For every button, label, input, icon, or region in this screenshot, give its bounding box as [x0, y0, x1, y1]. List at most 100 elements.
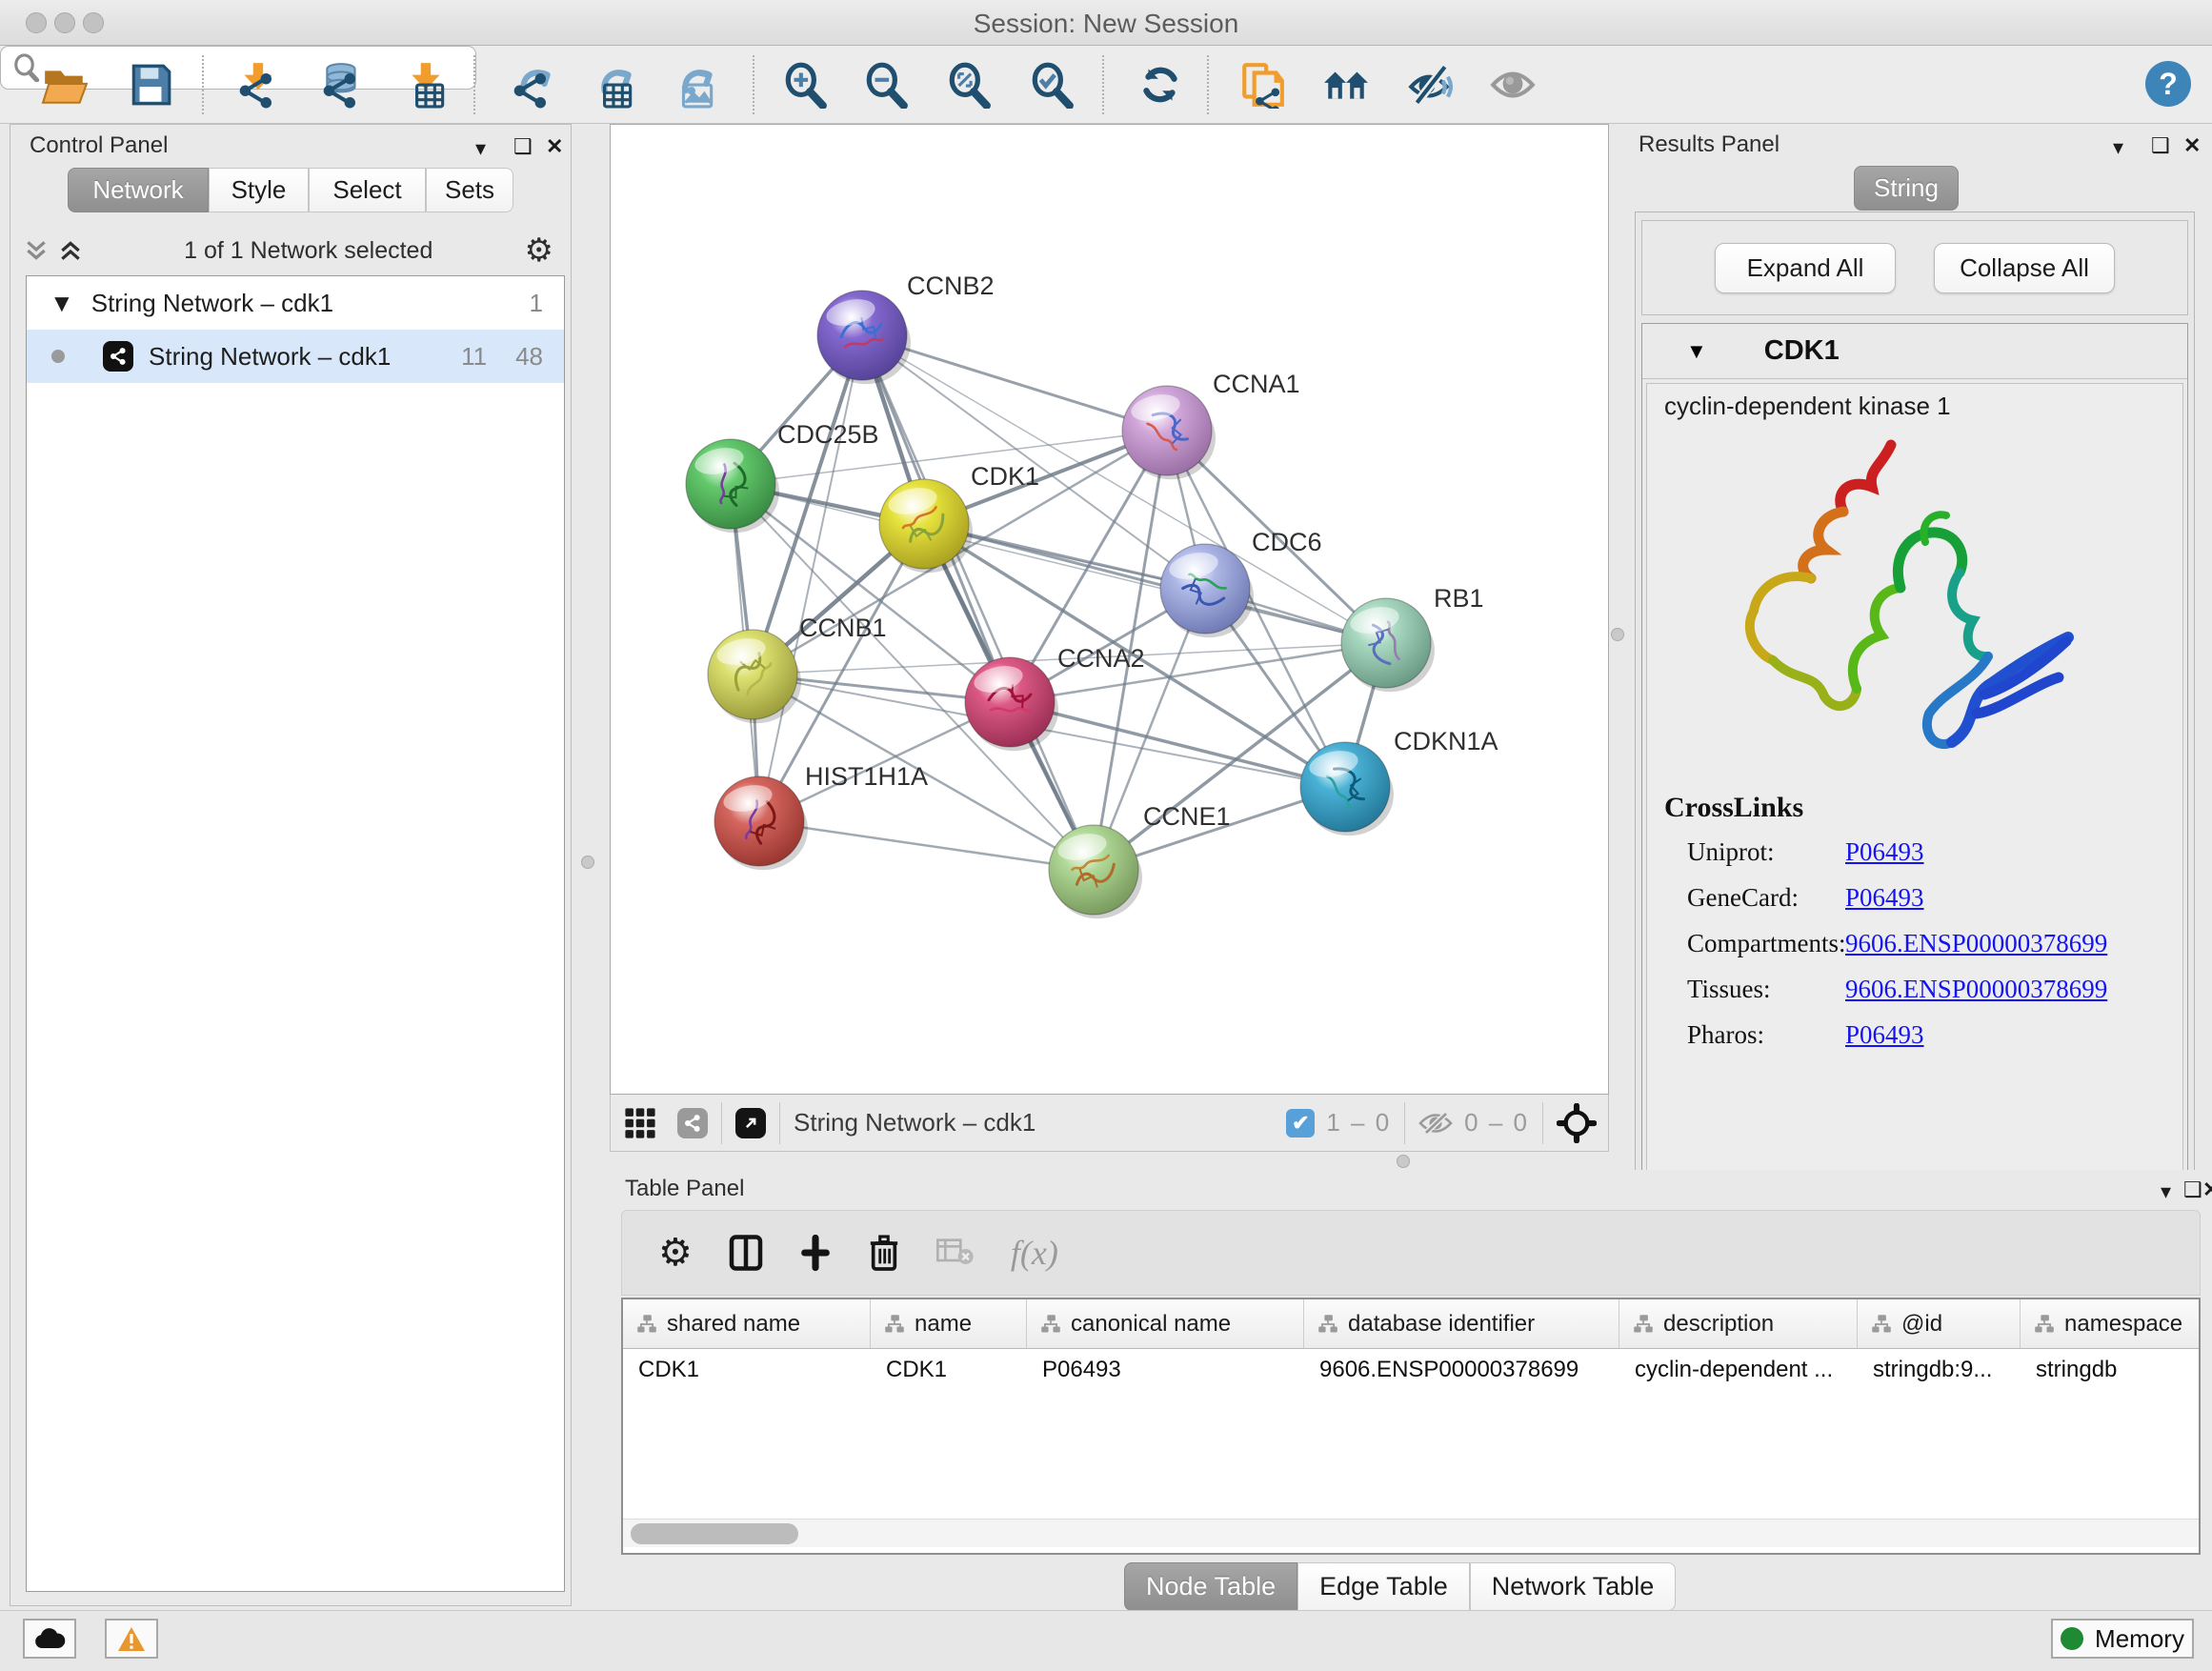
network-collection-row[interactable]: ▼ String Network – cdk1 1	[27, 276, 564, 330]
float-panel-icon[interactable]: ❑	[2151, 133, 2170, 158]
edge-CCNB2-HIST1H1A[interactable]	[759, 335, 862, 821]
tab-style[interactable]: Style	[209, 168, 309, 212]
tab-string[interactable]: String	[1854, 166, 1959, 211]
table-header-row: shared namenamecanonical namedatabase id…	[623, 1299, 2199, 1349]
left-splitter-grip[interactable]	[581, 856, 594, 869]
close-panel-icon[interactable]: ✕	[546, 134, 563, 159]
panel-menu-icon[interactable]: ▾	[475, 136, 486, 161]
close-panel-icon[interactable]: ✕	[2202, 1178, 2212, 1202]
zoom-out-icon[interactable]	[861, 60, 911, 110]
export-table-icon[interactable]	[590, 60, 639, 110]
crosslink-link[interactable]: 9606.ENSP00000378699	[1845, 929, 2107, 958]
column-header-canonicalname[interactable]: canonical name	[1027, 1299, 1304, 1348]
zoom-selected-icon[interactable]	[1027, 60, 1076, 110]
status-bar: Memory	[0, 1610, 2212, 1671]
node-RB1[interactable]	[1341, 598, 1435, 692]
export-network-icon[interactable]	[509, 60, 558, 110]
float-panel-icon[interactable]: ❑	[2183, 1178, 2202, 1202]
zoom-fit-icon[interactable]	[944, 60, 994, 110]
expand-all-button[interactable]: Expand All	[1715, 243, 1896, 293]
crosslink-link[interactable]: P06493	[1845, 883, 1924, 913]
show-all-icon[interactable]	[1488, 60, 1538, 110]
cloud-button[interactable]	[23, 1619, 76, 1659]
column-header-sharedname[interactable]: shared name	[623, 1299, 871, 1348]
crosslink-link[interactable]: P06493	[1845, 1020, 1924, 1050]
table-cell[interactable]: P06493	[1027, 1357, 1304, 1383]
save-session-icon[interactable]	[126, 60, 175, 110]
open-session-icon[interactable]	[40, 60, 90, 110]
tab-select[interactable]: Select	[309, 168, 426, 212]
network-canvas[interactable]: CCNB2CCNA1CDC25BCDK1CDC6RB1CCNB1CCNA2CDK…	[610, 124, 1609, 1095]
tab-network[interactable]: Network	[68, 168, 209, 212]
detach-view-icon[interactable]	[735, 1108, 766, 1138]
collapse-all-button[interactable]: Collapse All	[1934, 243, 2115, 293]
warning-button[interactable]	[105, 1619, 158, 1659]
column-header-name[interactable]: name	[871, 1299, 1027, 1348]
node-CCNA2[interactable]	[965, 657, 1058, 751]
table-cell[interactable]: CDK1	[871, 1357, 1027, 1383]
node-CDC25B[interactable]	[686, 439, 779, 533]
tab-edge-table[interactable]: Edge Table	[1297, 1562, 1470, 1611]
crosslink-link[interactable]: 9606.ENSP00000378699	[1845, 975, 2107, 1004]
node-label-CDK1: CDK1	[971, 462, 1039, 491]
node-CDKN1A[interactable]	[1300, 742, 1394, 836]
right-splitter-grip[interactable]	[1611, 628, 1624, 641]
tab-sets[interactable]: Sets	[426, 168, 513, 212]
network-row-selected[interactable]: String Network – cdk1 11 48	[27, 330, 564, 383]
crosslink-row: GeneCard:P06493	[1664, 883, 2107, 913]
import-network-file-icon[interactable]	[234, 60, 284, 110]
network-options-gear-icon[interactable]: ⚙	[525, 232, 553, 270]
close-panel-icon[interactable]: ✕	[2183, 133, 2201, 158]
node-CCNA1[interactable]	[1122, 386, 1216, 479]
table-cell[interactable]: cyclin-dependent ...	[1619, 1357, 1858, 1383]
scrollbar-thumb[interactable]	[631, 1523, 798, 1544]
node-CDK1[interactable]	[879, 479, 973, 573]
export-image-icon[interactable]	[671, 60, 720, 110]
table-cell[interactable]: 9606.ENSP00000378699	[1304, 1357, 1619, 1383]
selected-nodes-checkbox[interactable]: ✔	[1286, 1109, 1315, 1137]
table-cell[interactable]: stringdb	[2021, 1357, 2201, 1383]
panel-menu-icon[interactable]: ▾	[2113, 135, 2123, 160]
column-header-namespace[interactable]: namespace	[2021, 1299, 2201, 1348]
hidden-eye-slash-icon	[1418, 1112, 1453, 1135]
memory-button[interactable]: Memory	[2051, 1619, 2194, 1659]
tab-network-table[interactable]: Network Table	[1470, 1562, 1677, 1611]
table-horizontal-scrollbar[interactable]	[623, 1519, 2199, 1547]
node-CDC6[interactable]	[1160, 544, 1254, 637]
help-button[interactable]: ?	[2145, 61, 2191, 107]
column-header-id[interactable]: @id	[1858, 1299, 2021, 1348]
expand-all-icon[interactable]	[58, 238, 83, 263]
crosslink-link[interactable]: P06493	[1845, 837, 1924, 867]
node-table[interactable]: shared namenamecanonical namedatabase id…	[621, 1298, 2201, 1555]
node-CCNE1[interactable]	[1049, 825, 1142, 918]
hide-selected-icon[interactable]	[1404, 60, 1454, 110]
table-cell[interactable]: stringdb:9...	[1858, 1357, 2021, 1383]
collapse-triangle-icon[interactable]: ▼	[1686, 339, 1707, 364]
homes-icon[interactable]	[1321, 60, 1371, 110]
panel-menu-icon[interactable]: ▾	[2161, 1179, 2171, 1204]
show-columns-icon[interactable]	[729, 1234, 763, 1272]
column-header-description[interactable]: description	[1619, 1299, 1858, 1348]
table-row[interactable]: CDK1CDK1P064939606.ENSP00000378699cyclin…	[623, 1349, 2199, 1391]
column-header-databaseidentifier[interactable]: database identifier	[1304, 1299, 1619, 1348]
tab-node-table[interactable]: Node Table	[1124, 1562, 1297, 1611]
refresh-icon[interactable]	[1136, 60, 1185, 110]
delete-column-trash-icon[interactable]	[868, 1233, 900, 1273]
bottom-splitter-grip[interactable]	[1397, 1155, 1410, 1168]
create-column-plus-icon[interactable]	[799, 1234, 832, 1272]
birds-eye-grid-icon[interactable]	[624, 1107, 656, 1139]
node-HIST1H1A[interactable]	[714, 776, 808, 870]
edge-HIST1H1A-CCNE1[interactable]	[759, 821, 1094, 870]
float-panel-icon[interactable]: ❑	[513, 134, 533, 159]
table-cell[interactable]: CDK1	[623, 1357, 871, 1383]
network-row-label: String Network – cdk1	[149, 342, 461, 372]
zoom-in-icon[interactable]	[780, 60, 830, 110]
gene-result-card: ▼ CDK1 cyclin-dependent kinase 1	[1641, 323, 2188, 1255]
collapse-triangle-icon[interactable]: ▼	[50, 289, 74, 318]
import-table-file-icon[interactable]	[402, 60, 452, 110]
copy-network-icon[interactable]	[1237, 60, 1287, 110]
import-network-database-icon[interactable]	[318, 60, 368, 110]
crosshair-icon[interactable]	[1557, 1103, 1597, 1143]
table-settings-gear-icon[interactable]: ⚙	[658, 1231, 693, 1275]
collapse-all-icon[interactable]	[24, 238, 49, 263]
